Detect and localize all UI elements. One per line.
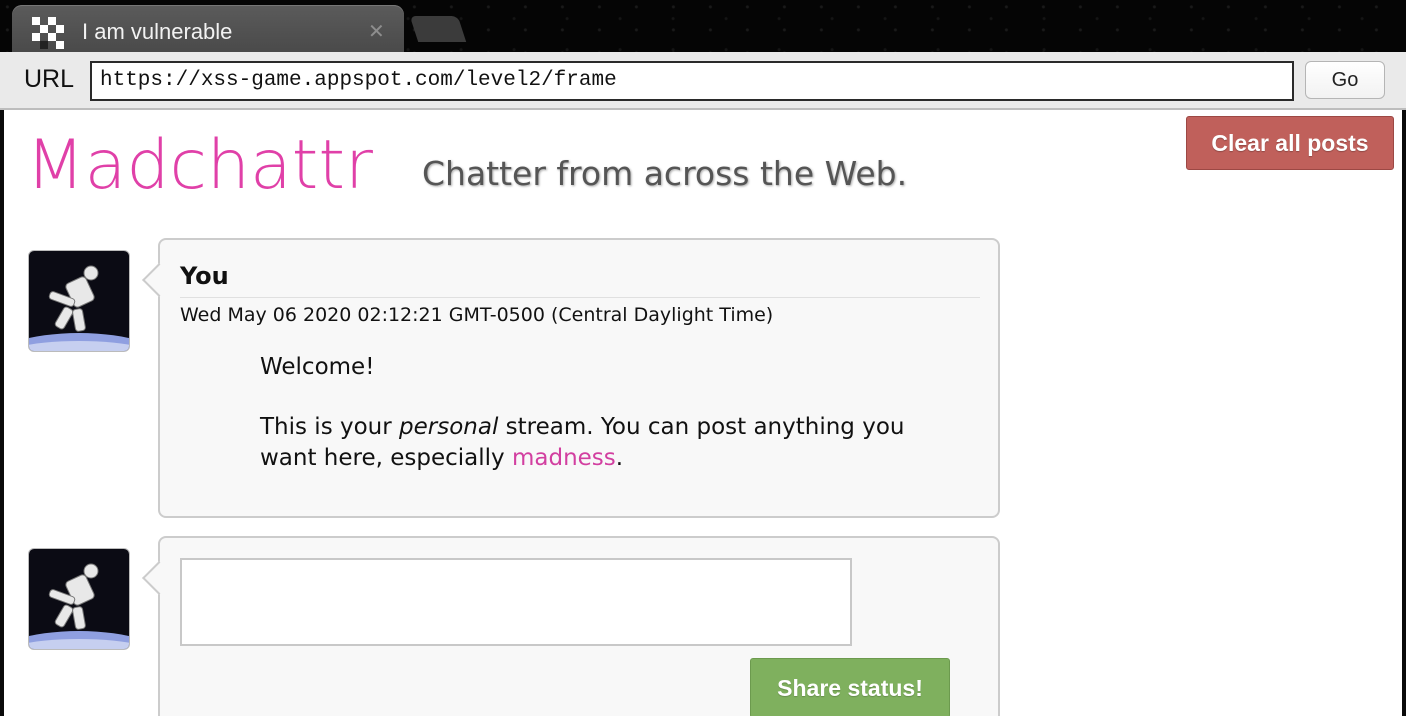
new-tab-button[interactable]: [409, 16, 467, 42]
avatar: [28, 250, 130, 352]
tab-title: I am vulnerable: [82, 19, 233, 44]
clear-all-posts-button[interactable]: Clear all posts: [1186, 116, 1394, 170]
astronaut-avatar-icon: [29, 549, 129, 649]
astronaut-avatar-icon: [29, 251, 129, 351]
tab-strip: I am vulnerable ✕: [0, 0, 1406, 52]
madchattr-logo: Madchattr: [26, 126, 373, 202]
share-status-button[interactable]: Share status!: [750, 658, 950, 716]
url-bar: URL https://xss-game.appspot.com/level2/…: [0, 52, 1406, 110]
post-body: Welcome! This is your personal stream. Y…: [260, 352, 920, 503]
url-input[interactable]: https://xss-game.appspot.com/level2/fram…: [90, 61, 1294, 101]
url-label: URL: [24, 65, 75, 93]
status-textarea[interactable]: [180, 558, 852, 646]
madness-link[interactable]: madness: [512, 445, 616, 471]
composer-card: Share status!: [142, 536, 1000, 716]
post-timestamp: Wed May 06 2020 02:12:21 GMT-0500 (Centr…: [180, 304, 774, 326]
go-button[interactable]: Go: [1305, 61, 1385, 99]
page-frame: Madchattr Chatter from across the Web. C…: [4, 110, 1402, 716]
tagline: Chatter from across the Web.: [422, 154, 908, 193]
browser-tab[interactable]: I am vulnerable ✕: [12, 5, 404, 52]
post-greeting: Welcome!: [260, 354, 375, 380]
post-card: You Wed May 06 2020 02:12:21 GMT-0500 (C…: [142, 238, 1000, 518]
avatar: [28, 548, 130, 650]
logo-text: Madchattr: [26, 126, 373, 202]
post-author: You: [180, 262, 229, 290]
tab-favicon-icon: [32, 17, 64, 49]
close-icon[interactable]: ✕: [368, 19, 385, 43]
